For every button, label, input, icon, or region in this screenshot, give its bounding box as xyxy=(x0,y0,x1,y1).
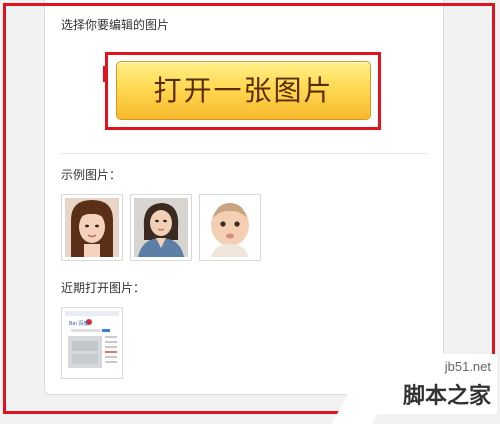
example-images-label: 示例图片： xyxy=(61,168,122,182)
open-image-button[interactable]: 打开一张图片 xyxy=(116,61,371,120)
site-watermark: jb51.net 脚本之家 xyxy=(331,344,497,424)
baidu-logo-text: Bai 百度 xyxy=(69,320,88,327)
woman-denim-image xyxy=(134,198,188,257)
recent-images-label: 近期打开图片： xyxy=(61,281,146,295)
choose-image-label: 选择你要编辑的图片 xyxy=(61,18,170,32)
example-thumb-2[interactable] xyxy=(130,194,192,261)
example-thumb-1[interactable] xyxy=(61,194,123,261)
baidu-screenshot-image: Bai 百度 xyxy=(65,311,119,375)
recent-thumb-1[interactable]: Bai 百度 xyxy=(61,307,123,379)
watermark-domain: jb51.net xyxy=(444,359,491,374)
example-thumb-3[interactable] xyxy=(199,194,261,261)
woman-bangs-image xyxy=(65,198,119,257)
watermark-site-name: 脚本之家 xyxy=(402,384,491,409)
section-divider xyxy=(61,153,427,154)
baby-image xyxy=(203,198,257,257)
